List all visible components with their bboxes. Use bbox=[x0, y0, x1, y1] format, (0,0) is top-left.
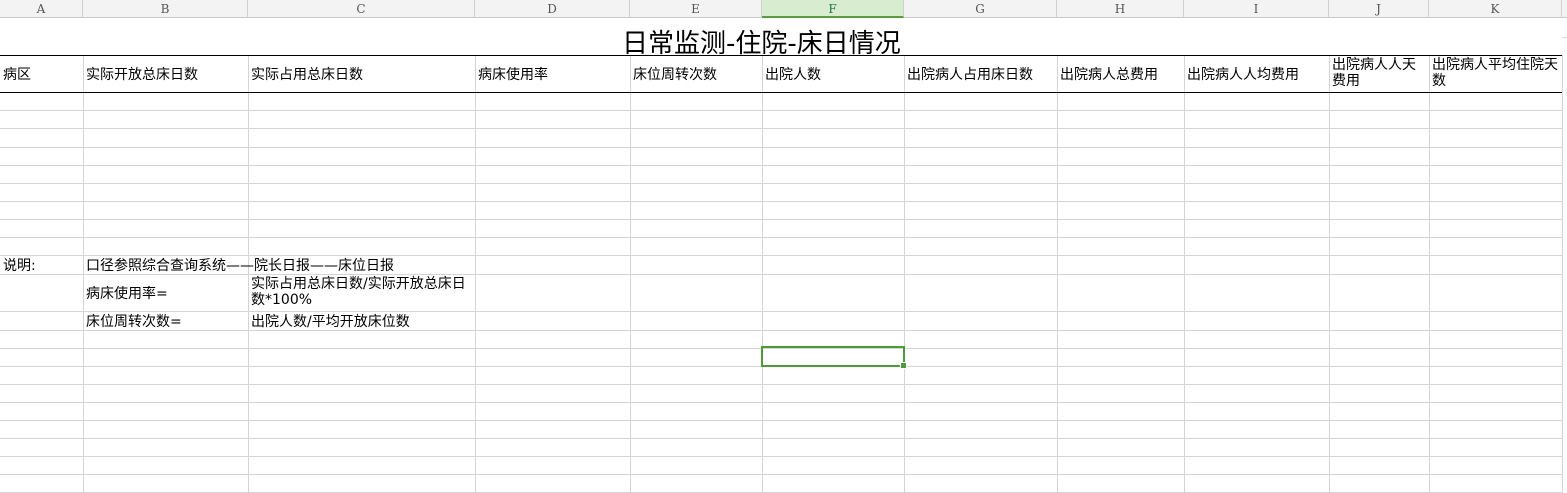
column-header-j[interactable]: J bbox=[1329, 0, 1429, 18]
grid-row-line bbox=[0, 92, 1562, 93]
grid-row-line bbox=[0, 420, 1562, 421]
grid-row-line bbox=[0, 128, 1562, 129]
grid-row-line bbox=[0, 438, 1562, 439]
column-header-h[interactable]: H bbox=[1057, 0, 1184, 18]
header-cell-discharges[interactable]: 出院人数 bbox=[762, 55, 904, 92]
note-usage-rate-formula-cell[interactable]: 实际占用总床日数/实际开放总床日数*100% bbox=[248, 274, 475, 311]
grid-column-line bbox=[1562, 55, 1563, 493]
grid-row-line bbox=[0, 474, 1562, 475]
column-header-c[interactable]: C bbox=[248, 0, 475, 18]
grid-row-line bbox=[0, 183, 1562, 184]
grid-row-line bbox=[0, 110, 1562, 111]
header-cell-ward[interactable]: 病区 bbox=[0, 55, 83, 92]
grid-row-line bbox=[0, 402, 1562, 403]
selected-cell-f[interactable] bbox=[761, 346, 907, 369]
column-header-bar: A B C D E F G H I J K bbox=[0, 0, 1567, 18]
note-usage-rate-label-cell[interactable]: 病床使用率= bbox=[83, 274, 248, 311]
note-label-cell[interactable]: 说明: bbox=[0, 255, 83, 274]
grid-row-line bbox=[0, 384, 1562, 385]
header-cell-turnover[interactable]: 床位周转次数 bbox=[630, 55, 762, 92]
sheet-title[interactable]: 日常监测-住院-床日情况 bbox=[0, 19, 1567, 59]
grid-row-line bbox=[0, 219, 1562, 220]
column-header-f[interactable]: F bbox=[762, 0, 904, 18]
column-header-a[interactable]: A bbox=[0, 0, 83, 18]
header-cell-avg-stay[interactable]: 出院病人平均住院天数 bbox=[1429, 55, 1562, 92]
header-cell-discharge-bed-days[interactable]: 出院病人占用床日数 bbox=[904, 55, 1057, 92]
header-cell-usage-rate[interactable]: 病床使用率 bbox=[475, 55, 630, 92]
column-header-k[interactable]: K bbox=[1429, 0, 1562, 18]
header-cell-open-bed-days[interactable]: 实际开放总床日数 bbox=[83, 55, 248, 92]
column-header-d[interactable]: D bbox=[475, 0, 630, 18]
column-header-i[interactable]: I bbox=[1184, 0, 1329, 18]
grid-row-line bbox=[0, 165, 1562, 166]
fill-handle[interactable] bbox=[900, 362, 907, 369]
column-header-g[interactable]: G bbox=[904, 0, 1057, 18]
note-turnover-label-cell[interactable]: 床位周转次数= bbox=[83, 311, 248, 330]
header-cell-avg-cost[interactable]: 出院病人人均费用 bbox=[1184, 55, 1329, 92]
grid-row-line bbox=[0, 201, 1562, 202]
column-header-e[interactable]: E bbox=[630, 0, 762, 18]
header-cell-daily-cost[interactable]: 出院病人人天费用 bbox=[1329, 55, 1429, 92]
spreadsheet[interactable]: A B C D E F G H I J K 日常监测-住院-床日情况 病区 实际… bbox=[0, 0, 1567, 493]
header-cell-total-cost[interactable]: 出院病人总费用 bbox=[1057, 55, 1184, 92]
header-cell-occupied-bed-days[interactable]: 实际占用总床日数 bbox=[248, 55, 475, 92]
column-header-b[interactable]: B bbox=[83, 0, 248, 18]
note-source-cell[interactable]: 口径参照综合查询系统——院长日报——床位日报 bbox=[83, 255, 475, 274]
note-turnover-formula-cell[interactable]: 出院人数/平均开放床位数 bbox=[248, 311, 475, 330]
grid-row-line bbox=[0, 456, 1562, 457]
grid-row-line bbox=[0, 330, 1562, 331]
grid-row-line bbox=[0, 147, 1562, 148]
grid-row-line bbox=[0, 237, 1562, 238]
